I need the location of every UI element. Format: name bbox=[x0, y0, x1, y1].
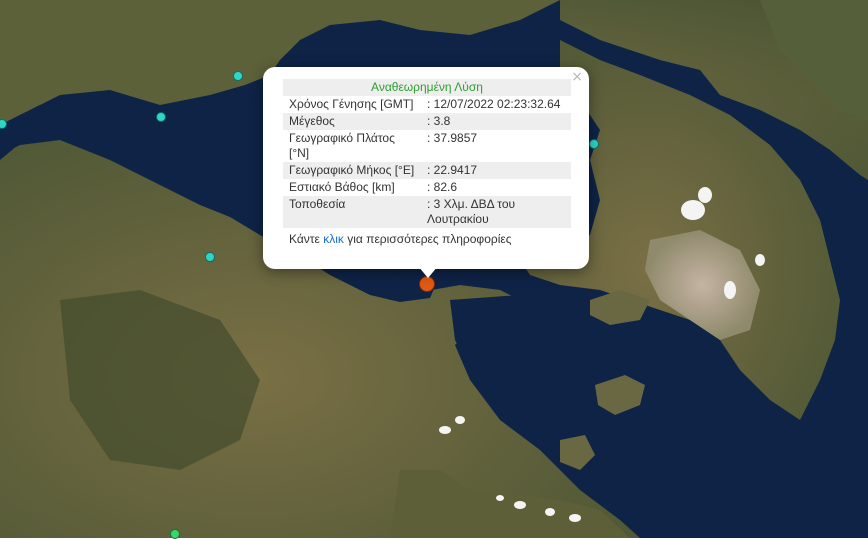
popup-title: Αναθεωρημένη Λύση bbox=[283, 79, 571, 96]
row-label: Εστιακό Βάθος [km] bbox=[283, 179, 421, 196]
seismic-station-marker[interactable] bbox=[205, 252, 215, 262]
table-row: Χρόνος Γένησης [GMT] : 12/07/2022 02:23:… bbox=[283, 96, 571, 113]
table-row: Μέγεθος : 3.8 bbox=[283, 113, 571, 130]
close-icon[interactable]: × bbox=[571, 70, 583, 84]
popup-pointer bbox=[418, 266, 438, 278]
more-info-link[interactable]: κλικ bbox=[323, 232, 344, 246]
row-value: : 22.9417 bbox=[421, 162, 571, 179]
earthquake-epicenter-marker[interactable] bbox=[419, 276, 435, 292]
earthquake-info-popup: × Αναθεωρημένη Λύση Χρόνος Γένησης [GMT]… bbox=[263, 67, 589, 269]
row-label: Μέγεθος bbox=[283, 113, 421, 130]
row-label: Γεωγραφικό Πλάτος [°N] bbox=[283, 130, 421, 162]
more-prefix: Κάντε bbox=[289, 232, 324, 246]
table-row: Εστιακό Βάθος [km] : 82.6 bbox=[283, 179, 571, 196]
seismic-station-marker[interactable] bbox=[156, 112, 166, 122]
seismic-station-marker[interactable] bbox=[589, 139, 599, 149]
quake-details-table: Χρόνος Γένησης [GMT] : 12/07/2022 02:23:… bbox=[283, 96, 571, 228]
row-value: : 3.8 bbox=[421, 113, 571, 130]
row-value: : 12/07/2022 02:23:32.64 bbox=[421, 96, 571, 113]
table-row: Γεωγραφικό Μήκος [°E] : 22.9417 bbox=[283, 162, 571, 179]
row-value: : 3 Χλμ. ΔΒΔ του Λουτρακίου bbox=[421, 196, 571, 228]
more-suffix: για περισσότερες πληροφορίες bbox=[343, 232, 512, 246]
more-info-text: Κάντε κλικ για περισσότερες πληροφορίες bbox=[283, 232, 571, 246]
table-row: Γεωγραφικό Πλάτος [°N] : 37.9857 bbox=[283, 130, 571, 162]
seismic-station-marker[interactable] bbox=[233, 71, 243, 81]
popup-content: Αναθεωρημένη Λύση Χρόνος Γένησης [GMT] :… bbox=[283, 79, 571, 246]
row-label: Τοποθεσία bbox=[283, 196, 421, 228]
row-label: Χρόνος Γένησης [GMT] bbox=[283, 96, 421, 113]
table-row: Τοποθεσία : 3 Χλμ. ΔΒΔ του Λουτρακίου bbox=[283, 196, 571, 228]
row-value: : 37.9857 bbox=[421, 130, 571, 162]
row-value: : 82.6 bbox=[421, 179, 571, 196]
row-label: Γεωγραφικό Μήκος [°E] bbox=[283, 162, 421, 179]
